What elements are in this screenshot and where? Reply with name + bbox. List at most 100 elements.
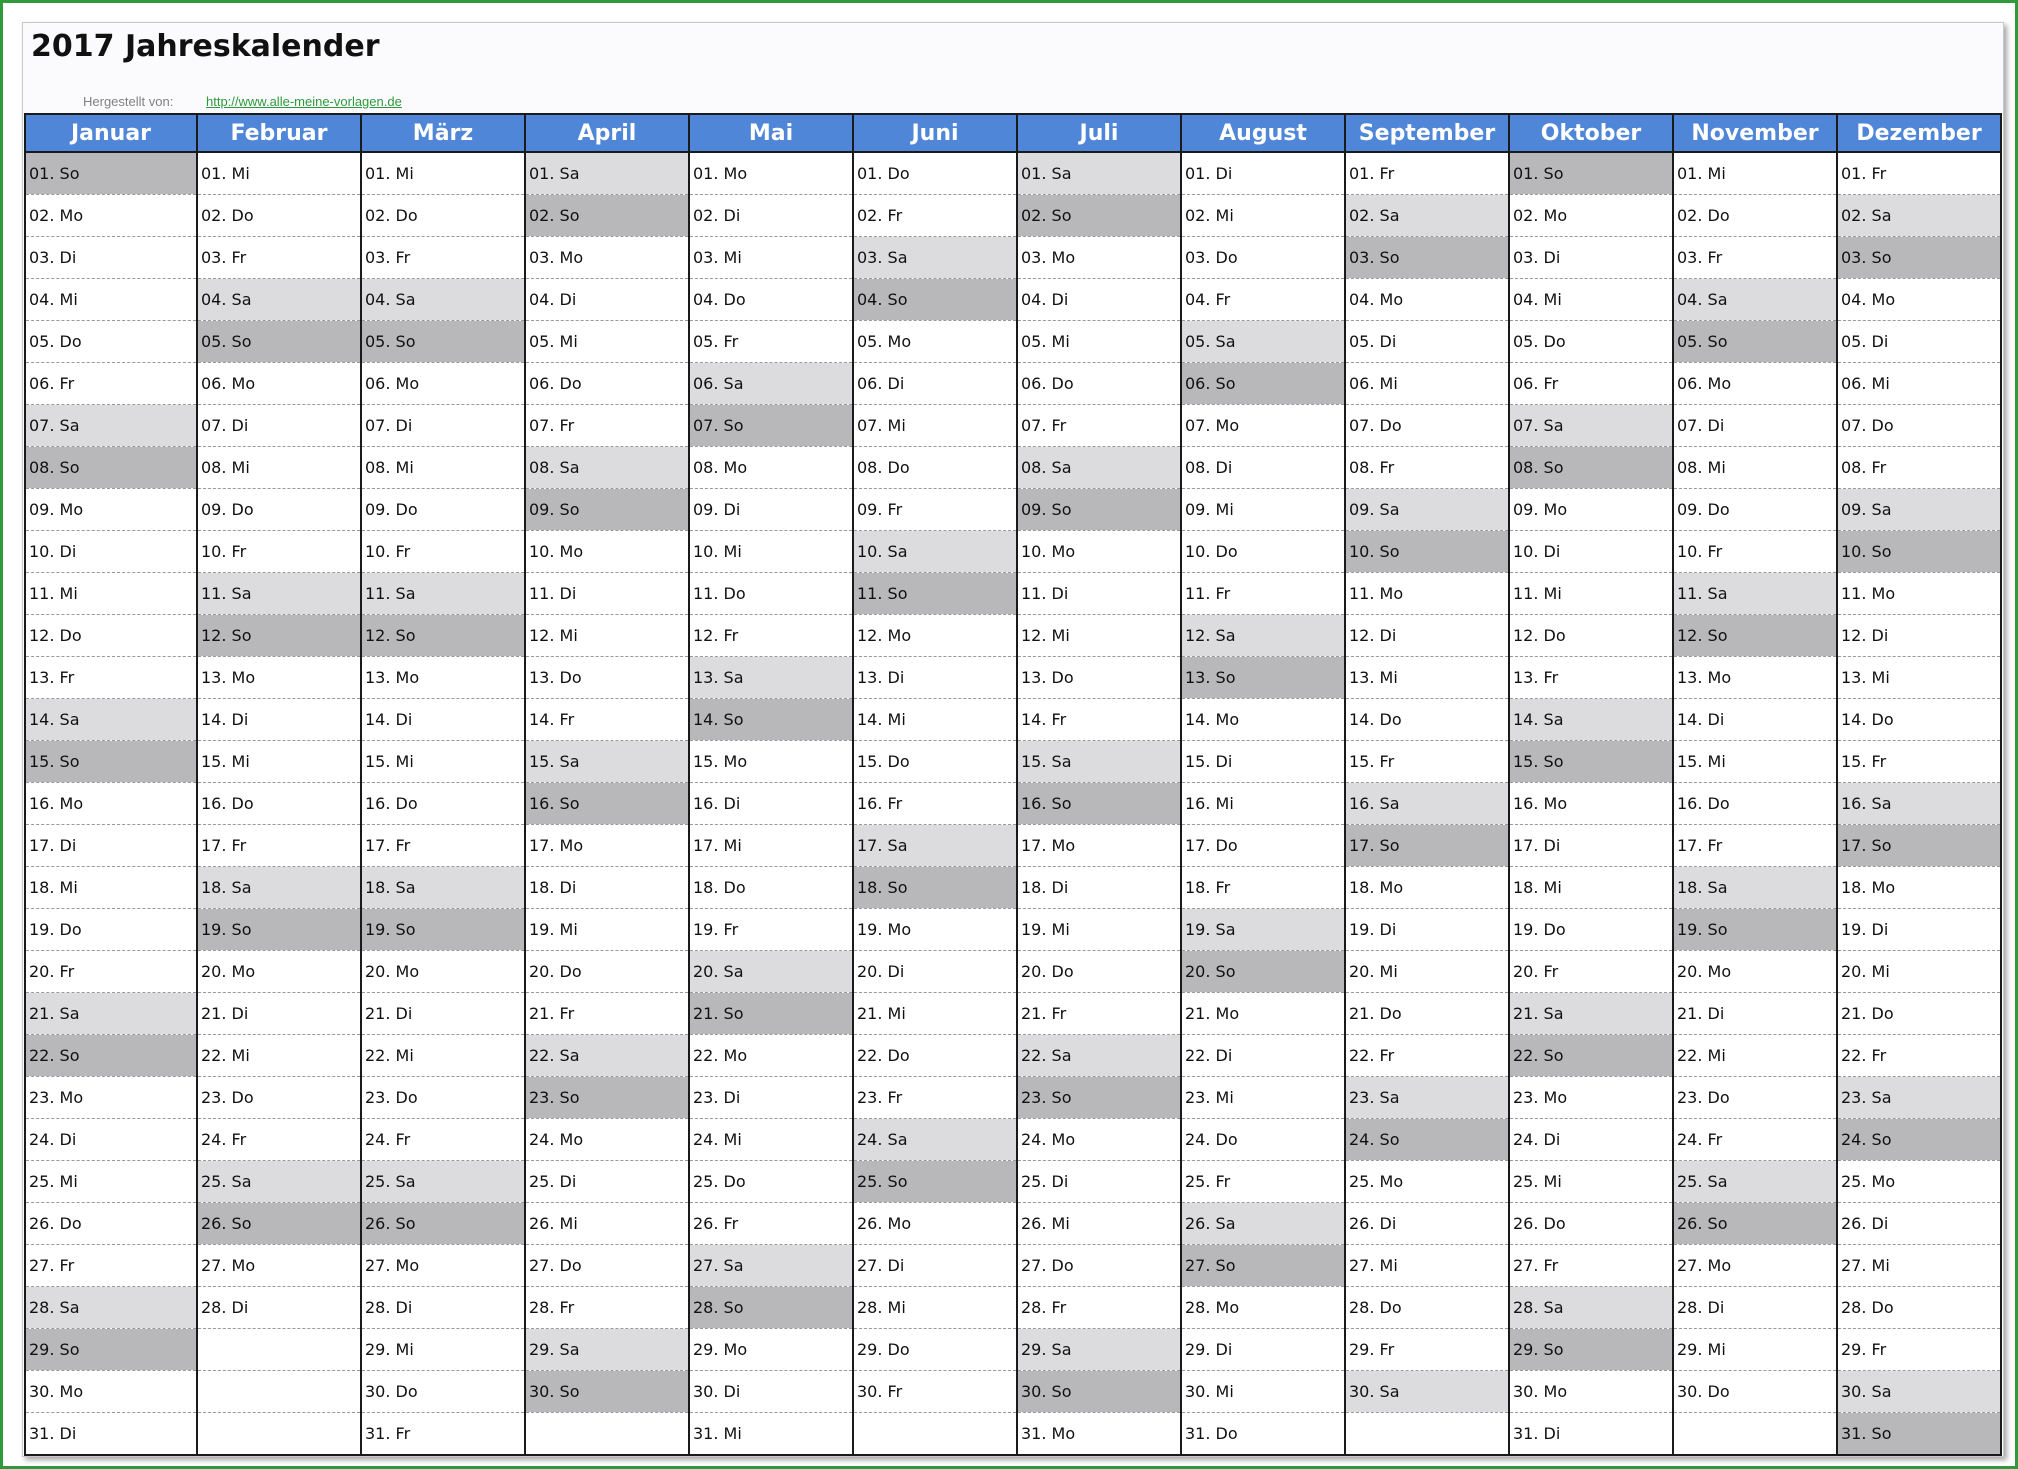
day-cell: 19. Mi [524,908,690,951]
day-cell: 17. So [1344,824,1510,867]
day-cell: 11. Do [688,572,854,615]
day-cell: 16. Mo [24,782,198,825]
day-cell: 25. Sa [196,1160,362,1203]
calendar-row: 06. Fr 06. Mo 06. Mo 06. Do 06. Sa 06. Di 06. … [24,362,2002,405]
day-cell: 30. Sa [1836,1370,2002,1413]
day-cell: 10. Sa [852,530,1018,573]
calendar-row: 10. Di 10. Fr 10. Fr 10. Mo 10. Mi 10. Sa 10. … [24,530,2002,573]
day-cell: 24. Fr [360,1118,526,1161]
day-cell: 19. Do [1508,908,1674,951]
day-cell: 15. So [1508,740,1674,783]
day-cell: 13. Sa [688,656,854,699]
credit-label: Hergestellt von: [83,94,174,109]
day-cell: 06. Mi [1836,362,2002,405]
day-cell: 25. Fr [1180,1160,1346,1203]
day-cell: 21. Sa [24,992,198,1035]
day-cell: 01. Mi [196,152,362,195]
day-cell: 20. Fr [1508,950,1674,993]
empty-cell [1672,1412,1838,1456]
calendar-row: 20. Fr 20. Mo 20. Mo 20. Do 20. Sa 20. Di 20. … [24,950,2002,993]
day-cell: 29. Mi [1672,1328,1838,1371]
day-cell: 11. Sa [196,572,362,615]
day-cell: 26. Mo [852,1202,1018,1245]
day-cell: 23. Mo [24,1076,198,1119]
day-cell: 04. Di [524,278,690,321]
month-header-5: Mai [688,113,854,153]
day-cell: 17. Mo [524,824,690,867]
day-cell: 21. Di [196,992,362,1035]
calendar-table: Januar Februar März April Mai Juni Juli August S… [24,113,2002,1456]
day-cell: 22. Mo [688,1034,854,1077]
day-cell: 04. Sa [196,278,362,321]
day-cell: 18. Mo [1836,866,2002,909]
day-cell: 09. Mo [1508,488,1674,531]
day-cell: 29. Do [852,1328,1018,1371]
day-cell: 30. Fr [852,1370,1018,1413]
day-cell: 05. Di [1344,320,1510,363]
day-cell: 25. Mo [1344,1160,1510,1203]
calendar-row: 25. Mi 25. Sa 25. Sa 25. Di 25. Do 25. So 25. … [24,1160,2002,1203]
day-cell: 02. Mo [24,194,198,237]
calendar-row: 22. So 22. Mi 22. Mi 22. Sa 22. Mo 22. Do 22. … [24,1034,2002,1077]
day-cell: 02. So [1016,194,1182,237]
day-cell: 11. Di [524,572,690,615]
day-cell: 01. So [1508,152,1674,195]
calendar-row: 08. So 08. Mi 08. Mi 08. Sa 08. Mo 08. Do 08. … [24,446,2002,489]
page-title: 2017 Jahreskalender [31,29,380,64]
day-cell: 09. Mi [1180,488,1346,531]
day-cell: 26. Di [1836,1202,2002,1245]
calendar-row: 12. Do 12. So 12. So 12. Mi 12. Fr 12. Mo 12. … [24,614,2002,657]
day-cell: 27. Do [524,1244,690,1287]
day-cell: 24. Fr [196,1118,362,1161]
day-cell: 20. Mo [196,950,362,993]
day-cell: 24. Do [1180,1118,1346,1161]
calendar-row: 31. Di 31. Fr 31. Mi 31. Mo 31. Do 31. Di 31. … [24,1412,2002,1456]
calendar-row: 27. Fr 27. Mo 27. Mo 27. Do 27. Sa 27. Di 27. … [24,1244,2002,1287]
day-cell: 02. So [524,194,690,237]
day-cell: 17. So [1836,824,2002,867]
day-cell: 14. Fr [524,698,690,741]
day-cell: 21. Fr [524,992,690,1035]
day-cell: 21. Di [360,992,526,1035]
day-cell: 10. Di [24,530,198,573]
day-cell: 13. So [1180,656,1346,699]
calendar-row: 29. So 29. Mi 29. Sa 29. Mo 29. Do 29. Sa 29. … [24,1328,2002,1371]
credit-link[interactable]: http://www.alle-meine-vorlagen.de [206,94,402,109]
day-cell: 05. So [360,320,526,363]
day-cell: 27. Mi [1344,1244,1510,1287]
day-cell: 05. Mi [524,320,690,363]
day-cell: 04. Mi [1508,278,1674,321]
day-cell: 11. Mo [1344,572,1510,615]
day-cell: 22. Mi [196,1034,362,1077]
day-cell: 29. So [24,1328,198,1371]
day-cell: 18. Mi [1508,866,1674,909]
day-cell: 09. So [524,488,690,531]
day-cell: 11. Mi [1508,572,1674,615]
calendar-row: 16. Mo 16. Do 16. Do 16. So 16. Di 16. Fr 16. … [24,782,2002,825]
day-cell: 18. Fr [1180,866,1346,909]
day-cell: 01. Mi [1672,152,1838,195]
day-cell: 20. Do [1016,950,1182,993]
day-cell: 22. Sa [524,1034,690,1077]
day-cell: 29. Mi [360,1328,526,1371]
day-cell: 17. Fr [1672,824,1838,867]
day-cell: 06. Di [852,362,1018,405]
day-cell: 13. Fr [1508,656,1674,699]
day-cell: 16. Do [196,782,362,825]
day-cell: 29. Mo [688,1328,854,1371]
day-cell: 02. Do [1672,194,1838,237]
day-cell: 15. Mi [1672,740,1838,783]
day-cell: 03. Mi [688,236,854,279]
day-cell: 10. So [1344,530,1510,573]
day-cell: 25. Do [688,1160,854,1203]
day-cell: 24. So [1836,1118,2002,1161]
day-cell: 17. Mi [688,824,854,867]
day-cell: 28. Do [1344,1286,1510,1329]
day-cell: 08. So [24,446,198,489]
day-cell: 18. Sa [360,866,526,909]
day-cell: 15. Di [1180,740,1346,783]
day-cell: 13. Fr [24,656,198,699]
day-cell: 07. Di [360,404,526,447]
day-cell: 03. So [1344,236,1510,279]
day-cell: 12. Di [1836,614,2002,657]
